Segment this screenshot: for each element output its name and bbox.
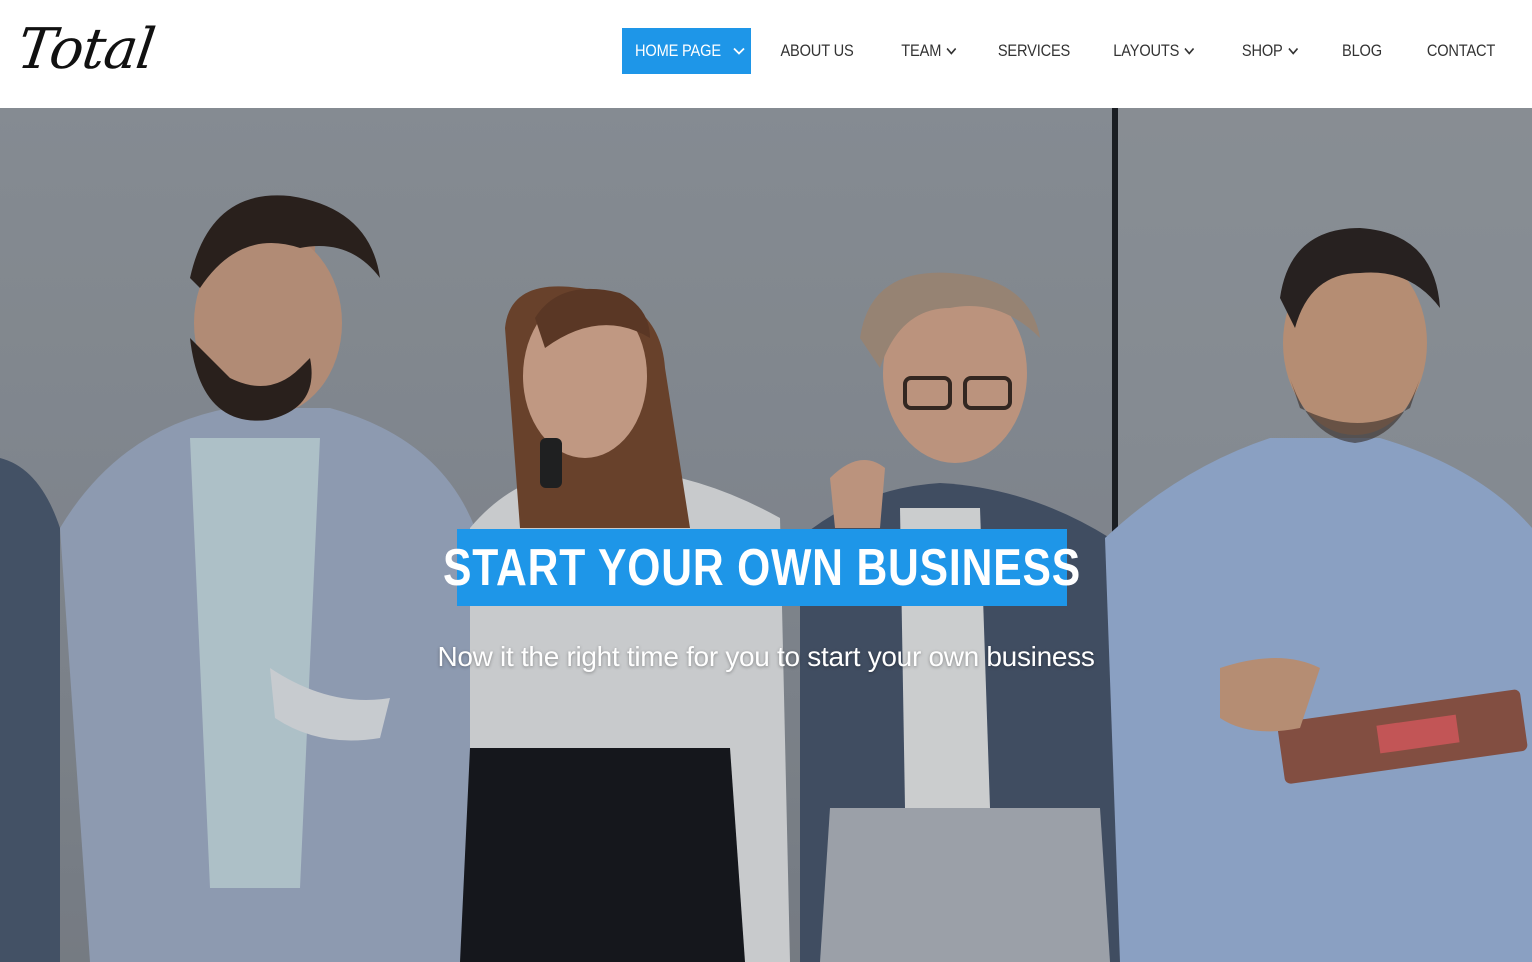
nav-item-services[interactable]: SERVICES: [996, 28, 1072, 74]
nav-item-blog[interactable]: BLOG: [1340, 28, 1385, 74]
nav-item-label: HOME PAGE: [634, 41, 721, 60]
nav-item-contact[interactable]: CONTACT: [1424, 28, 1498, 74]
nav-item-label: TEAM: [901, 41, 942, 60]
nav-item-label: SERVICES: [997, 41, 1071, 60]
nav-item-label: BLOG: [1342, 41, 1382, 60]
chevron-down-icon: [946, 47, 957, 55]
site-logo[interactable]: Total: [13, 14, 159, 86]
nav-item-label: SHOP: [1241, 41, 1283, 60]
nav-item-about-us[interactable]: ABOUT US: [778, 28, 855, 74]
nav-item-team[interactable]: TEAM: [898, 28, 960, 74]
site-header: Total HOME PAGE ABOUT US TEAM SERVICES L…: [0, 0, 1532, 108]
nav-item-home-page[interactable]: HOME PAGE: [622, 28, 751, 74]
chevron-down-icon: [1288, 47, 1298, 55]
hero-subtitle: Now it the right time for you to start y…: [437, 641, 1095, 672]
nav-item-label: LAYOUTS: [1113, 41, 1180, 60]
nav-item-layouts[interactable]: LAYOUTS: [1113, 28, 1195, 74]
hero-title: START YOUR OWN BUSINESS: [443, 529, 1080, 606]
hero-title-text: START YOUR OWN BUSINESS: [443, 538, 1081, 597]
nav-item-label: CONTACT: [1426, 41, 1496, 60]
chevron-down-icon: [1184, 47, 1195, 55]
nav-item-label: ABOUT US: [780, 41, 854, 60]
nav-item-shop[interactable]: SHOP: [1238, 28, 1302, 74]
chevron-down-icon: [733, 47, 746, 55]
hero-section: START YOUR OWN BUSINESS Now it the right…: [0, 108, 1532, 962]
